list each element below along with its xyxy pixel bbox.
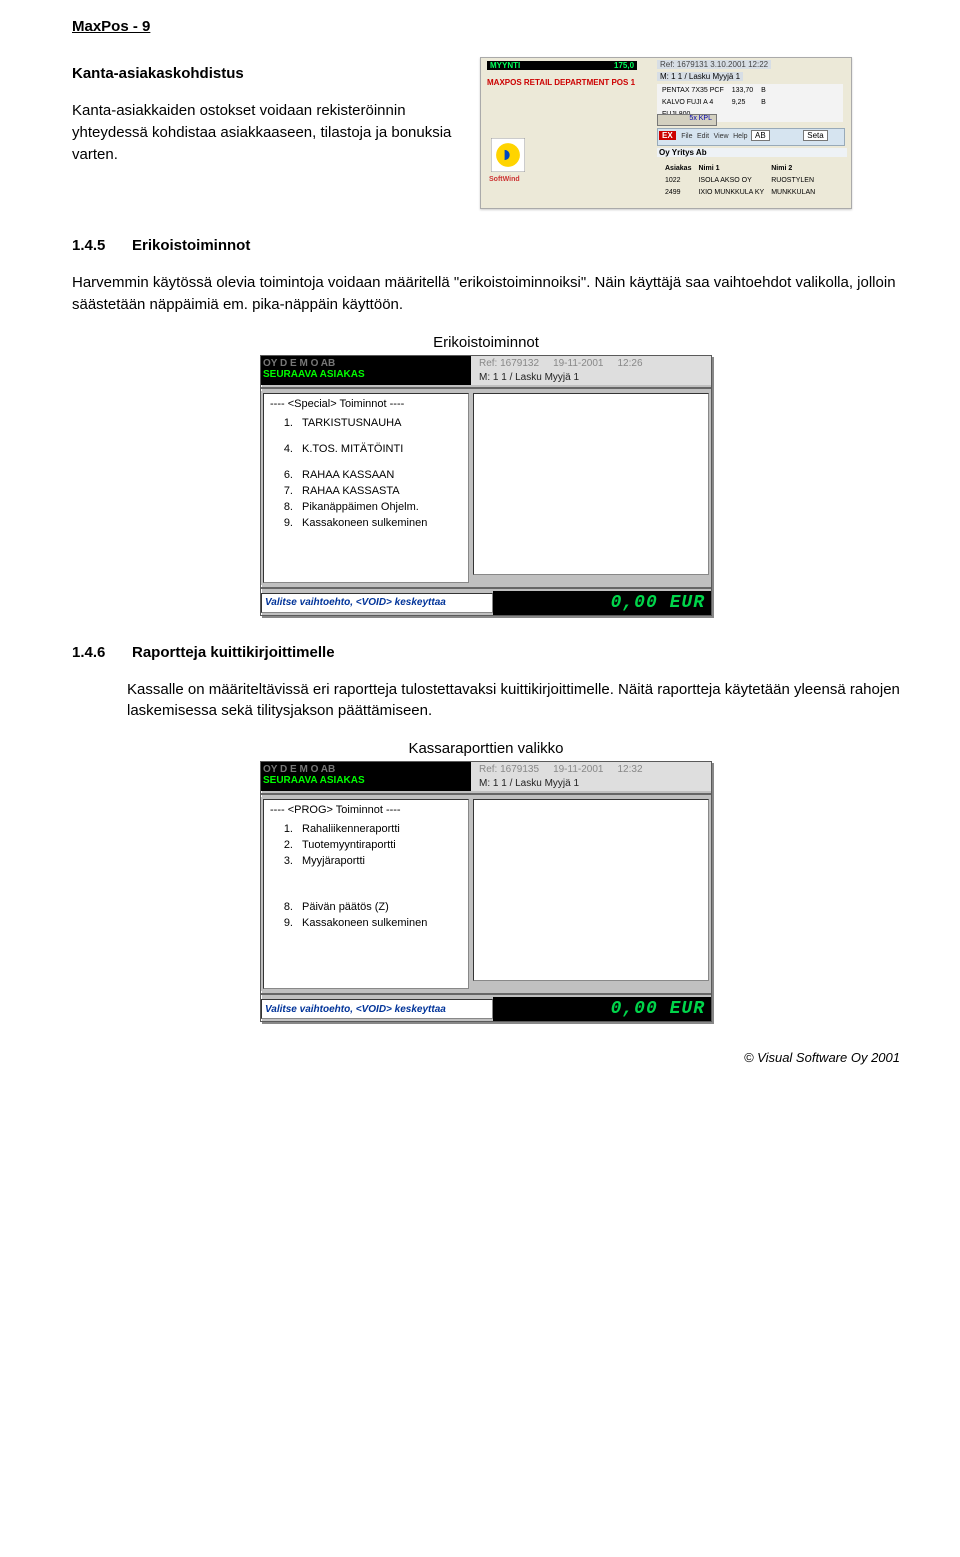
figure-kassaraportit: OY D E M O AB SEURAAVA ASIAKAS Ref: 1679… [260, 761, 712, 1022]
list-item[interactable]: 4.K.TOS. MITÄTÖINTI [272, 442, 460, 456]
softwind-label: SoftWind [489, 176, 520, 183]
menu-help[interactable]: Help [733, 133, 747, 140]
total-amount: 175,0 [611, 61, 637, 70]
seta-button[interactable]: Seta [803, 130, 827, 141]
list-item[interactable]: 6.RAHAA KASSAAN [272, 468, 460, 482]
section-kanta-para: Kanta-asiakkaiden ostokset voidaan rekis… [72, 100, 462, 165]
page-header: MaxPos - 9 [72, 18, 900, 35]
menu-view[interactable]: View [714, 133, 729, 140]
toolbar: EX File Edit View Help AB Seta [657, 128, 845, 146]
list-header: ---- <Special> Toiminnot ---- [270, 398, 462, 410]
lcd-total: 0,00 EUR [493, 591, 711, 615]
status-line: M: 1 1 / Lasku Myyjä 1 [473, 778, 709, 789]
prog-menu-list: ---- <PROG> Toiminnot ---- 1.Rahaliikenn… [263, 799, 469, 989]
menu-file[interactable]: File [681, 133, 692, 140]
content-area [473, 393, 709, 575]
lcd-total: 0,00 EUR [493, 997, 711, 1021]
customer-table: AsiakasNimi 1Nimi 2 1022ISOLA AKSO OYRUO… [663, 162, 822, 200]
next-customer-label: SEURAAVA ASIAKAS [263, 775, 469, 786]
company-label: OY D E M O AB [263, 358, 469, 369]
menu-edit[interactable]: Edit [697, 133, 709, 140]
list-item[interactable]: 8.Pikanäppäimen Ohjelm. [272, 500, 460, 514]
prompt-line: Valitse vaihtoehto, <VOID> keskeyttaa [261, 999, 493, 1019]
prompt-line: Valitse vaihtoehto, <VOID> keskeyttaa [261, 593, 493, 613]
company-name: Oy Yritys Ab [657, 148, 847, 157]
list-item[interactable]: 3.Myyjäraportti [272, 854, 460, 868]
kpl-input[interactable]: 5x KPL [657, 114, 717, 126]
dept-label: MAXPOS RETAIL DEPARTMENT POS 1 [487, 78, 635, 87]
list-item[interactable]: 9.Kassakoneen sulkeminen [272, 516, 460, 530]
status-line: M: 1 1 / Lasku Myyjä 1 [657, 72, 743, 81]
figure-kanta-asiakas: MYYNTI 175,0 MAXPOS RETAIL DEPARTMENT PO… [480, 57, 852, 209]
figure-146-caption: Kassaraporttien valikko [72, 740, 900, 757]
list-item[interactable]: 2.Tuotemyyntiraportti [272, 838, 460, 852]
seller-badge: MYYNTI [487, 61, 613, 70]
figure-145-caption: Erikoistoiminnot [72, 334, 900, 351]
exit-button[interactable]: EX [659, 131, 676, 140]
ab-button[interactable]: AB [751, 130, 770, 141]
list-item[interactable]: 8.Päivän päätös (Z) [272, 900, 460, 914]
list-item[interactable]: 1.TARKISTUSNAUHA [272, 416, 460, 430]
ref-line: Ref: 167913519-11-200112:32 [473, 764, 709, 775]
ref-line: Ref: 167913219-11-200112:26 [473, 358, 709, 369]
section-146-para: Kassalle on määriteltävissä eri raportte… [127, 679, 900, 723]
list-item[interactable]: 9.Kassakoneen sulkeminen [272, 916, 460, 930]
list-header: ---- <PROG> Toiminnot ---- [270, 804, 462, 816]
list-item[interactable]: 7.RAHAA KASSASTA [272, 484, 460, 498]
table-row[interactable]: 2499IXIO MUNKKULA KYMUNKKULAN [665, 188, 820, 198]
status-line: M: 1 1 / Lasku Myyjä 1 [473, 372, 709, 383]
ref-line: Ref: 1679131 3.10.2001 12:22 [657, 60, 771, 69]
table-row: KALVO FUJI A 49,25B [659, 98, 769, 108]
list-item[interactable]: 1.Rahaliikenneraportti [272, 822, 460, 836]
softwind-logo-icon [491, 138, 525, 172]
table-row: PENTAX 7X35 PCF133,70B [659, 86, 769, 96]
section-145-heading: 1.4.5Erikoistoiminnot [72, 237, 900, 254]
next-customer-label: SEURAAVA ASIAKAS [263, 369, 469, 380]
section-kanta-title: Kanta-asiakaskohdistus [72, 65, 462, 82]
figure-erikoistoiminnot: OY D E M O AB SEURAAVA ASIAKAS Ref: 1679… [260, 355, 712, 616]
company-label: OY D E M O AB [263, 764, 469, 775]
special-menu-list: ---- <Special> Toiminnot ---- 1.TARKISTU… [263, 393, 469, 583]
page-footer: © Visual Software Oy 2001 [72, 1050, 900, 1065]
section-146-heading: 1.4.6Raportteja kuittikirjoittimelle [72, 644, 900, 661]
content-area [473, 799, 709, 981]
table-row[interactable]: 1022ISOLA AKSO OYRUOSTYLEN [665, 176, 820, 186]
section-145-para: Harvemmin käytössä olevia toimintoja voi… [72, 272, 900, 316]
